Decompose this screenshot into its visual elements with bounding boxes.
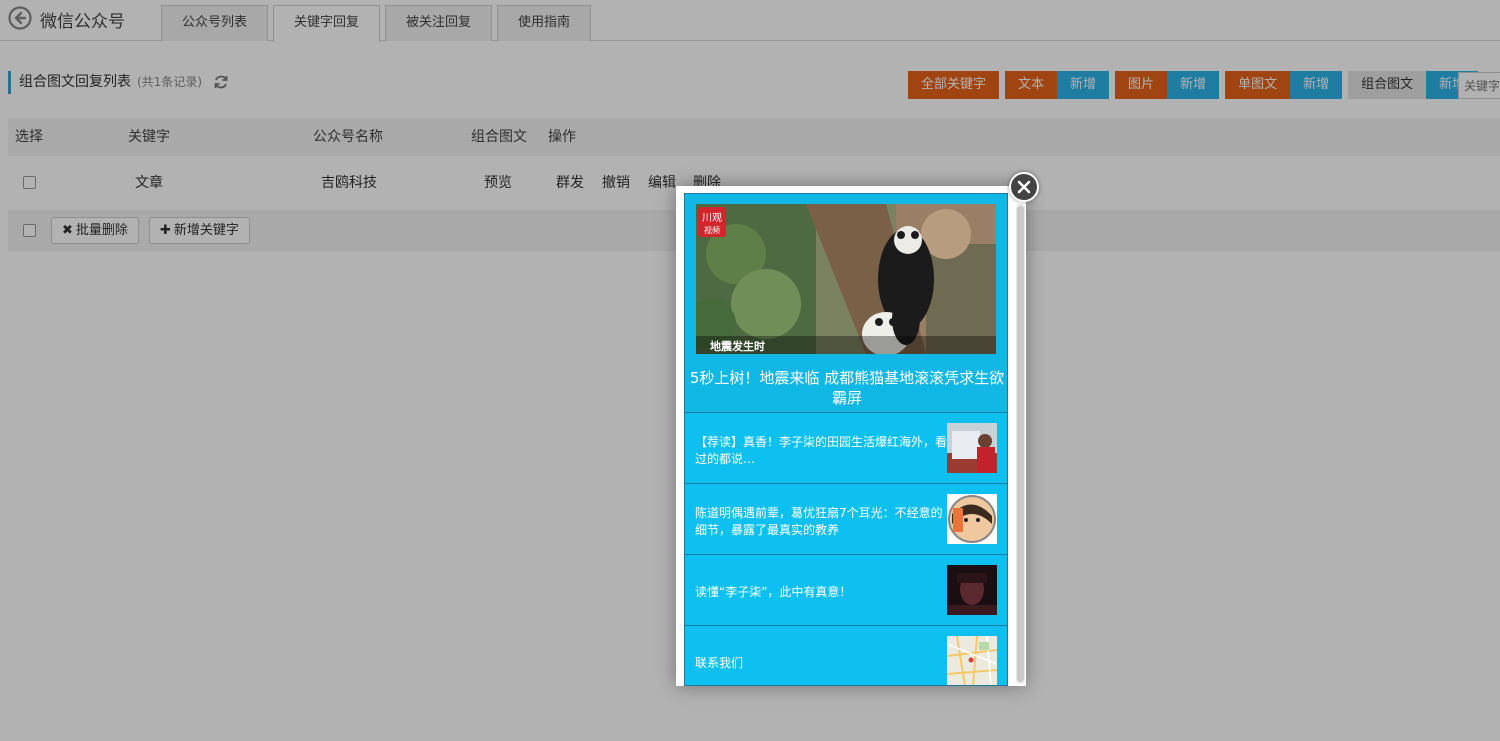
- list-item[interactable]: 陈道明偶遇前辈，葛优狂扇7个耳光：不经意的细节，暴露了最真实的教养: [685, 484, 1007, 555]
- article-thumbnail: [947, 494, 997, 544]
- article-thumbnail: [947, 565, 997, 615]
- article-title: 读懂“李子柒”，此中有真意！: [695, 585, 852, 599]
- lead-article-title: 5秒上树！地震来临 成都熊猫基地滚滚凭求生欲霸屏: [689, 369, 1005, 407]
- modal-close-button[interactable]: [1009, 172, 1039, 202]
- lead-badge-subtext: 视频: [704, 225, 720, 235]
- lead-image-caption: 地震发生时: [710, 339, 765, 353]
- lead-badge-text: 川观: [702, 212, 722, 224]
- list-item[interactable]: 联系我们: [685, 626, 1007, 685]
- list-item[interactable]: 读懂“李子柒”，此中有真意！: [685, 555, 1007, 626]
- article-title: 【荐读】真香！李子柒的田园生活爆红海外，看过的都说…: [695, 435, 948, 466]
- close-icon: [1017, 180, 1031, 194]
- preview-modal: 川观 视频 地震发生时 5秒上树！地震来临 成都熊猫基地滚滚凭求生欲霸屏 【荐读…: [676, 186, 1026, 686]
- article-title: 陈道明偶遇前辈，葛优狂扇7个耳光：不经意的细节，暴露了最真实的教养: [695, 506, 943, 537]
- article-thumbnail: [947, 423, 997, 473]
- scrollbar-thumb[interactable]: [1017, 206, 1024, 682]
- article-title: 联系我们: [695, 656, 744, 670]
- news-preview: 川观 视频 地震发生时 5秒上树！地震来临 成都熊猫基地滚滚凭求生欲霸屏 【荐读…: [684, 193, 1008, 686]
- list-item[interactable]: 【荐读】真香！李子柒的田园生活爆红海外，看过的都说…: [685, 413, 1007, 484]
- map-thumbnail: [947, 636, 997, 685]
- modal-scrollbar[interactable]: [1016, 204, 1025, 684]
- lead-article[interactable]: 川观 视频 地震发生时 5秒上树！地震来临 成都熊猫基地滚滚凭求生欲霸屏: [685, 194, 1007, 413]
- lead-article-image: 川观 视频 地震发生时: [696, 204, 996, 354]
